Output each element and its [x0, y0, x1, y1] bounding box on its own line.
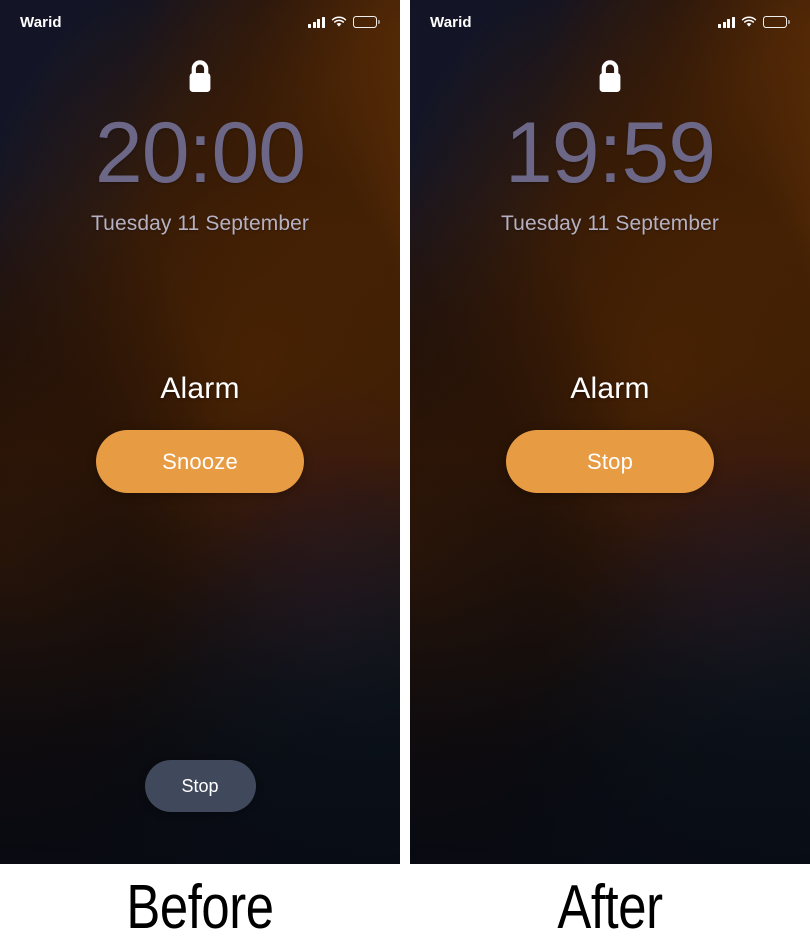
phone-screen-after: Warid 19:59 Tuesday 11 September Alarm S… [410, 0, 810, 864]
comparison-page: Warid 20:00 Tuesday 11 September Alarm S… [0, 0, 810, 950]
status-indicators [308, 16, 380, 28]
snooze-button[interactable]: Snooze [96, 430, 304, 493]
stop-button[interactable]: Stop [144, 760, 256, 812]
phone-screenshots-row: Warid 20:00 Tuesday 11 September Alarm S… [0, 0, 810, 864]
carrier-label: Warid [20, 13, 62, 31]
phone-screen-before: Warid 20:00 Tuesday 11 September Alarm S… [0, 0, 400, 864]
clock-time: 19:59 [504, 105, 716, 201]
wifi-icon [331, 16, 347, 28]
status-bar-after: Warid [410, 0, 810, 44]
clock-date: Tuesday 11 September [91, 212, 309, 235]
caption-row: Before After [0, 864, 810, 950]
clock-date: Tuesday 11 September [501, 212, 719, 235]
bottom-action-area: Stop [0, 760, 400, 812]
alarm-title: Alarm [160, 372, 240, 405]
clock-block-before: 20:00 Tuesday 11 September [0, 110, 400, 236]
stop-button[interactable]: Stop [506, 430, 714, 493]
wifi-icon [741, 16, 757, 28]
status-indicators [718, 16, 790, 28]
status-bar-before: Warid [0, 0, 400, 44]
alarm-block-before: Alarm Snooze [0, 372, 400, 493]
battery-body [763, 16, 788, 28]
alarm-block-after: Alarm Stop [410, 372, 810, 493]
clock-time: 20:00 [94, 105, 306, 201]
lock-closed-icon [410, 56, 810, 98]
carrier-label: Warid [430, 13, 472, 31]
alarm-title: Alarm [570, 372, 650, 405]
battery-icon [353, 16, 380, 28]
lock-closed-icon [0, 56, 400, 98]
battery-cap [788, 19, 790, 25]
clock-block-after: 19:59 Tuesday 11 September [410, 110, 810, 236]
cellular-signal-icon [718, 16, 736, 28]
cellular-signal-icon [308, 16, 326, 28]
caption-after: After [557, 872, 663, 942]
battery-icon [763, 16, 790, 28]
battery-cap [378, 19, 380, 25]
battery-body [353, 16, 378, 28]
caption-before: Before [126, 872, 274, 942]
